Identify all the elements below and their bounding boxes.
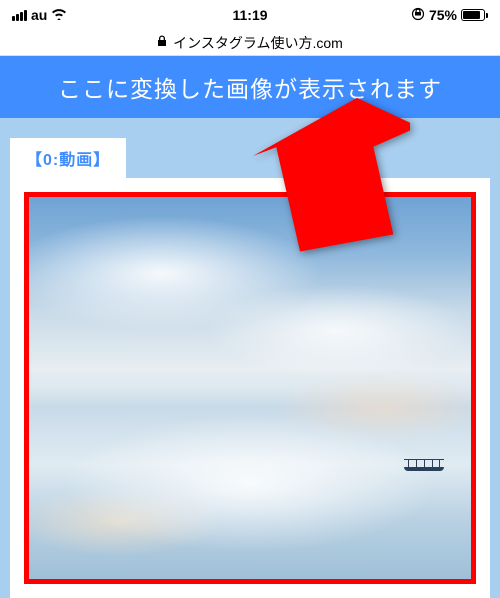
ios-status-bar: au 11:19 75% (0, 0, 500, 30)
boat-graphic (404, 457, 444, 471)
browser-url-bar[interactable]: インスタグラム使い方.com (0, 30, 500, 56)
content-area: 【0:動画】 (0, 118, 500, 598)
battery-icon (461, 9, 488, 21)
converted-image-preview[interactable] (29, 197, 471, 579)
image-highlight-box (24, 192, 476, 584)
lock-icon (157, 35, 167, 50)
banner-text: ここに変換した画像が表示されます (58, 76, 442, 102)
media-type-tab[interactable]: 【0:動画】 (10, 138, 126, 178)
battery-percent: 75% (429, 7, 457, 23)
status-left: au (12, 7, 67, 24)
page-header-banner: ここに変換した画像が表示されます (0, 56, 500, 118)
status-time: 11:19 (232, 7, 267, 23)
rotation-lock-icon (411, 7, 425, 24)
image-preview-frame (10, 178, 490, 598)
signal-icon (12, 10, 27, 21)
wifi-icon (51, 7, 67, 24)
url-domain: インスタグラム使い方.com (173, 33, 343, 53)
tab-label-text: 【0:動画】 (26, 152, 110, 169)
carrier-label: au (31, 7, 47, 23)
status-right: 75% (411, 7, 488, 24)
